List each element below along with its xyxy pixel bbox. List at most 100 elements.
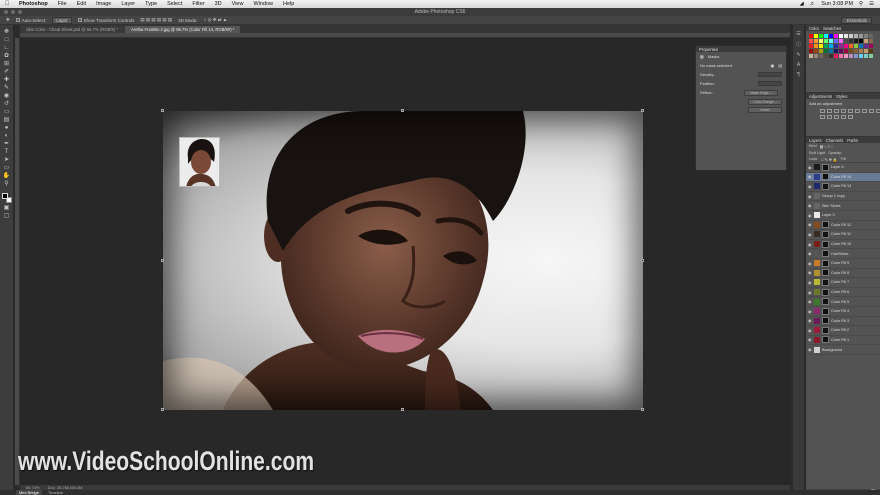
history-brush-tool-icon[interactable]: ↺ <box>3 101 11 107</box>
swatch[interactable] <box>864 44 868 48</box>
layer-mask-thumbnail[interactable] <box>822 278 829 286</box>
layer-row[interactable]: ◉ Color Fill 5 <box>806 297 880 307</box>
window-controls[interactable] <box>4 10 22 14</box>
blend-mode-dropdown[interactable]: Soft Light <box>809 151 825 155</box>
swatch[interactable] <box>849 44 853 48</box>
swatch[interactable] <box>869 44 873 48</box>
color-balance-icon[interactable] <box>862 109 867 113</box>
zoom-window-icon[interactable] <box>18 10 22 14</box>
swatch[interactable] <box>814 39 818 43</box>
black-white-icon[interactable] <box>869 109 874 113</box>
layer-row[interactable]: ◉ Color Fill 9 <box>806 259 880 269</box>
layer-mask-thumbnail[interactable] <box>822 182 829 190</box>
threshold-icon[interactable] <box>834 115 839 119</box>
swatch[interactable] <box>869 34 873 38</box>
layer-row[interactable]: ◉ Color Fill 1 <box>806 336 880 346</box>
swatch[interactable] <box>809 39 813 43</box>
swatch[interactable] <box>854 44 858 48</box>
eyedropper-tool-icon[interactable]: ✐ <box>3 69 11 75</box>
layer-mask-thumbnail[interactable] <box>822 317 829 325</box>
document-canvas[interactable] <box>163 111 643 410</box>
spotlight-icon[interactable]: ⚲ <box>859 1 863 7</box>
layer-mask-thumbnail[interactable] <box>822 163 829 171</box>
zoom-tool-icon[interactable]: ⚲ <box>3 181 11 187</box>
menu-app[interactable]: Photoshop <box>14 1 53 7</box>
swatch[interactable] <box>854 39 858 43</box>
swatch[interactable] <box>869 54 873 58</box>
selective-color-icon[interactable] <box>848 115 853 119</box>
hand-tool-icon[interactable]: ✋ <box>3 173 11 179</box>
swatch[interactable] <box>849 34 853 38</box>
wifi-icon[interactable]: ◢ <box>800 1 804 7</box>
swatch[interactable] <box>829 34 833 38</box>
transform-handle-t[interactable] <box>401 109 404 112</box>
layer-row[interactable]: ◉ Color Fill 7 <box>806 278 880 288</box>
align-icons[interactable]: ▤ ▤ ▤ ▤ ▤ ▤ <box>140 17 172 23</box>
visibility-eye-icon[interactable]: ◉ <box>808 347 812 352</box>
swatch[interactable] <box>829 54 833 58</box>
swatch[interactable] <box>814 54 818 58</box>
tab-swatches[interactable]: Swatches <box>823 26 841 31</box>
swatch[interactable] <box>829 49 833 53</box>
add-vector-mask-icon[interactable]: ▤ <box>778 63 782 68</box>
swatch[interactable] <box>859 39 863 43</box>
swatch[interactable] <box>834 49 838 53</box>
swatch[interactable] <box>864 54 868 58</box>
visibility-eye-icon[interactable]: ◉ <box>808 251 812 256</box>
swatch[interactable] <box>834 39 838 43</box>
swatch[interactable] <box>814 44 818 48</box>
vibrance-icon[interactable] <box>848 109 853 113</box>
swatch[interactable] <box>859 49 863 53</box>
layer-mask-thumbnail[interactable] <box>822 298 829 306</box>
lock-icons[interactable]: □ ✎ ✥ 🔒 <box>821 157 838 162</box>
layer-mask-thumbnail[interactable] <box>822 240 829 248</box>
tab-timeline[interactable]: Timeline <box>48 490 63 495</box>
visibility-eye-icon[interactable]: ◉ <box>808 232 812 237</box>
brightness-icon[interactable] <box>820 109 825 113</box>
transform-handle-tl[interactable] <box>161 109 164 112</box>
visibility-eye-icon[interactable]: ◉ <box>808 280 812 285</box>
layer-row[interactable]: ◉ Color Fill 14 <box>806 172 880 183</box>
menu-edit[interactable]: Edit <box>72 1 91 7</box>
layer-mask-thumbnail[interactable] <box>822 307 829 315</box>
menu-3d[interactable]: 3D <box>210 1 227 7</box>
tab-color[interactable]: Color <box>809 26 819 31</box>
swatch[interactable] <box>819 39 823 43</box>
tab-channels[interactable]: Channels <box>826 138 844 143</box>
swatch[interactable] <box>814 34 818 38</box>
blur-tool-icon[interactable]: ● <box>3 125 11 131</box>
layer-row[interactable]: ◉ Layer 3 <box>806 211 880 221</box>
layer-mask-thumbnail[interactable] <box>822 288 829 296</box>
swatch[interactable] <box>869 39 873 43</box>
type-tool-icon[interactable]: T <box>3 149 11 155</box>
exposure-icon[interactable] <box>841 109 846 113</box>
visibility-eye-icon[interactable]: ◉ <box>808 318 812 323</box>
swatch[interactable] <box>839 34 843 38</box>
swatch[interactable] <box>809 34 813 38</box>
feather-field[interactable] <box>758 81 782 86</box>
swatch[interactable] <box>864 39 868 43</box>
swatch[interactable] <box>844 44 848 48</box>
layer-row[interactable]: ◉ Color Fill 13 <box>806 182 880 192</box>
swatch[interactable] <box>869 49 873 53</box>
visibility-eye-icon[interactable]: ◉ <box>808 309 812 314</box>
swatch[interactable] <box>839 44 843 48</box>
layer-row[interactable]: ◉ Layer 4 <box>806 163 880 173</box>
history-panel-icon[interactable]: ☰ <box>796 31 800 37</box>
layer-mask-thumbnail[interactable] <box>822 326 829 334</box>
visibility-eye-icon[interactable]: ◉ <box>808 203 812 208</box>
layer-mask-thumbnail[interactable] <box>822 269 829 277</box>
swatch[interactable] <box>854 54 858 58</box>
swatch[interactable] <box>824 49 828 53</box>
swatch[interactable] <box>844 49 848 53</box>
transform-handle-r[interactable] <box>641 259 644 262</box>
layer-mask-thumbnail[interactable] <box>822 259 829 267</box>
layer-row[interactable]: ◉ Color Fill 6 <box>806 288 880 298</box>
layer-row[interactable]: ◉ Color Fill 3 <box>806 317 880 327</box>
move-tool-icon[interactable]: ✥ <box>6 17 10 23</box>
tab-adjustments[interactable]: Adjustments <box>809 94 832 99</box>
swatch[interactable] <box>824 54 828 58</box>
visibility-eye-icon[interactable]: ◉ <box>808 222 812 227</box>
transform-handle-br[interactable] <box>641 408 644 411</box>
quick-select-tool-icon[interactable]: ✿ <box>3 53 11 59</box>
